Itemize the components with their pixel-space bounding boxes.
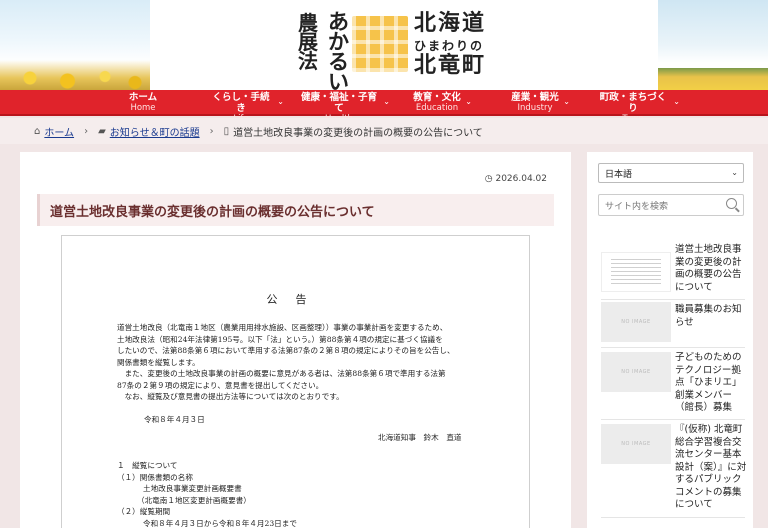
breadcrumb: ⌂ ホーム › ▰ お知らせ＆町の話題 › ▯ 道営土地改良事業の変更後の計画の… [0,118,768,144]
logo-kana: あかるい [328,9,349,90]
doc-line: したいので、法第88条第６項において準用する法第87条の２第８項の規定によりその… [117,346,455,355]
nav-label-ja: 健康・福祉・子育て [300,92,377,114]
nav-label-en: Home [130,103,156,113]
chevron-down-icon: ⌄ [465,97,472,106]
site-header: 農展法 あかるい 北海道 ひまわりの 北竜町 [0,0,768,90]
chevron-down-icon: ⌄ [731,168,738,177]
doc-line: 関係書類を縦覧します。 [117,357,200,367]
nav-label-ja: 産業・観光 [511,92,559,103]
doc-line: （北竜南１地区変更計画概要書） [137,495,251,505]
chevron-down-icon: ⌄ [383,97,390,106]
article-main: ◷ 2026.04.02 道営土地改良事業の変更後の計画の概要の公告について 公… [20,152,571,528]
logo-town-name: 北海道 ひまわりの 北竜町 [414,12,486,78]
doc-line: 土地改良法（昭和24年法律第195号。以下「法」という。）第88条第４項の規定に… [117,334,443,344]
doc-signer: 北海道知事 鈴木 直道 [378,433,462,442]
nav-item-town[interactable]: 町政・まちづくり Town ⌄ [596,92,680,124]
doc-date-line: 令和８年４月３日 [144,415,205,424]
header-photo-right [658,0,768,90]
chevron-down-icon: ⌄ [673,97,680,106]
article-title: 道営土地改良事業の変更後の計画の概要の公告について [50,204,375,220]
post-title: 道営土地改良事業の変更後の計画の概要の公告について [675,244,742,293]
header-photo-left [0,0,150,90]
notice-document-image: 公告 道営土地改良（北竜南１地区（農業用用排水施設、区画整理））事業の事業計画を… [61,235,530,528]
clock-icon: ◷ [484,174,493,184]
doc-line: なお、縦覧及び意見書の提出方法等については次のとおりです。 [117,392,344,401]
doc-line: 道営土地改良（北竜南１地区（農業用用排水施設、区画整理））事業の事業計画を変更す… [117,323,448,332]
language-selected-value: 日本語 [605,169,633,180]
doc-paragraph-2: また、変更後の土地改良事業の計画の概要に意見がある者は、法第88条第６項で準用す… [117,368,477,391]
logo-town-line3: 北竜町 [414,53,487,78]
breadcrumb-category-link[interactable]: お知らせ＆町の話題 [110,124,200,139]
nav-item-education[interactable]: 教育・文化 Education ⌄ [412,92,472,116]
sunflower-field-image [0,60,150,90]
post-thumbnail-placeholder: NO IMAGE [601,424,671,464]
language-select[interactable]: 日本語 ⌄ [598,163,744,183]
doc-paragraph-1: 道営土地改良（北竜南１地区（農業用用排水施設、区画整理））事業の事業計画を変更す… [117,322,477,368]
search-placeholder: サイト内を検索 [605,201,669,212]
article-title-box: 道営土地改良事業の変更後の計画の概要の公告について [37,194,554,226]
breadcrumb-separator: › [84,125,89,137]
site-search-input[interactable]: サイト内を検索 [598,194,744,216]
breadcrumb-home-link[interactable]: ホーム [44,124,74,139]
nav-label-ja: ホーム [128,92,158,103]
logo-kanji: 農展法 [298,11,318,73]
doc-line: 令和８年４月３日から令和８年４月23日まで [143,518,297,528]
wheat-field-image [658,68,768,90]
document-icon: ▯ [223,125,230,137]
post-thumbnail-placeholder: NO IMAGE [601,302,671,342]
home-icon: ⌂ [34,125,41,137]
sidebar-post-item[interactable]: NO IMAGE 職員募集のお知らせ [601,302,745,348]
sunflower-logo-icon [352,16,408,72]
doc-section-1: １ 縦覧について （１）関係書類の名称 土地改良事業変更計画概要書 （北竜南１地… [117,460,477,528]
doc-paragraph-3: なお、縦覧及び意見書の提出方法等については次のとおりです。 [117,391,477,403]
post-thumbnail-placeholder: NO IMAGE [601,352,671,392]
sidebar-post-item[interactable]: 道営土地改良事業の変更後の計画の概要の公告について [601,244,745,300]
global-nav: ホーム Home くらし・手続き Life ⌄ 健康・福祉・子育て Health… [0,90,768,124]
post-date-text: 2026.04.02 [495,174,547,184]
doc-line: 87条の２第９項の規定により、意見書を提出してください。 [117,380,324,390]
sidebar-post-item[interactable]: NO IMAGE 子どものためのテクノロジー拠点「ひまリエ」創業メンバー（館長）… [601,350,745,420]
post-title: 『(仮称) 北竜町総合学習複合交流センター基本設計（案）』に対するパブリックコメ… [675,424,747,510]
logo-town-line1: 北海道 [414,11,487,36]
doc-line: 土地改良事業変更計画概要書 [143,484,242,493]
nav-label-ja: 教育・文化 [413,92,461,103]
sidebar: 日本語 ⌄ サイト内を検索 道営土地改良事業の変更後の計画の概要の公告について … [587,152,753,528]
chevron-down-icon: ⌄ [277,97,284,106]
doc-line: （２）縦覧期間 [117,507,171,516]
sidebar-post-item[interactable]: NO IMAGE 『(仮称) 北竜町総合学習複合交流センター基本設計（案）』に対… [601,422,747,518]
nav-label-ja: くらし・手続き [212,92,270,114]
nav-item-home[interactable]: ホーム Home [118,92,168,116]
search-icon[interactable] [726,198,737,209]
doc-line: （１）関係書類の名称 [117,472,193,482]
logo-town-line2: ひまわりの [414,39,485,53]
nav-item-life[interactable]: くらし・手続き Life ⌄ [208,92,284,124]
doc-line: また、変更後の土地改良事業の計画の概要に意見がある者は、法第88条第６項で準用す… [117,369,446,378]
post-title: 子どものためのテクノロジー拠点「ひまリエ」創業メンバー（館長）募集 [675,352,742,413]
nav-label-en: Industry [517,103,553,113]
breadcrumb-separator: › [209,125,214,137]
nav-label-en: Education [415,103,459,113]
post-date: ◷ 2026.04.02 [485,174,547,184]
nav-item-industry[interactable]: 産業・観光 Industry ⌄ [510,92,570,116]
post-thumbnail [601,252,671,292]
nav-label-ja: 町政・まちづくり [599,92,667,114]
doc-line: １ 縦覧について [117,461,178,470]
folder-icon: ▰ [98,125,106,137]
chevron-down-icon: ⌄ [563,97,570,106]
breadcrumb-current: 道営土地改良事業の変更後の計画の概要の公告について [233,127,483,139]
post-title: 職員募集のお知らせ [675,304,742,328]
doc-heading: 公告 [266,293,325,306]
nav-item-health[interactable]: 健康・福祉・子育て Health ⌄ [298,92,390,124]
